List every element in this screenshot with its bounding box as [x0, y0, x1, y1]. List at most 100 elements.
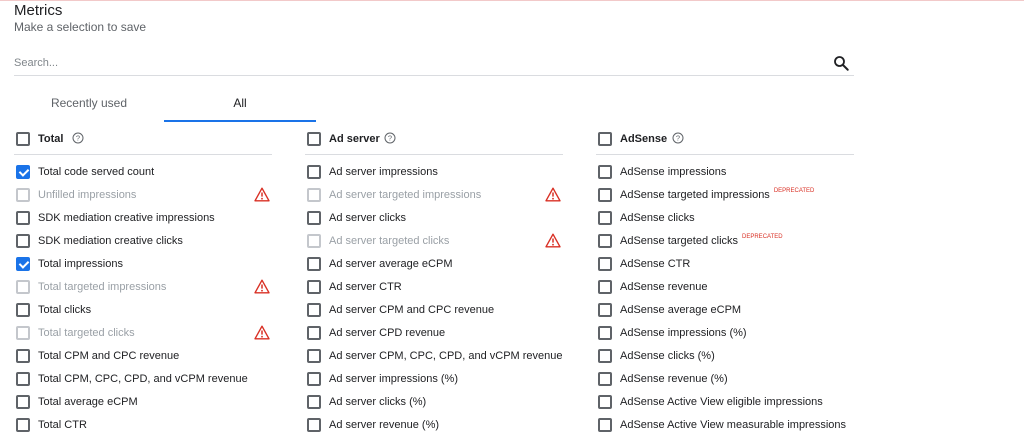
metric-row[interactable]: Ad server clicks (%) [305, 394, 563, 417]
metric-label-text: AdSense impressions [620, 166, 727, 178]
metric-row: Total targeted clicks [14, 325, 272, 348]
metric-label: Total CTR [38, 419, 87, 431]
metric-checkbox[interactable] [598, 165, 612, 179]
metric-row[interactable]: Ad server CTR [305, 279, 563, 302]
metric-row[interactable]: Ad server CPM, CPC, CPD, and vCPM revenu… [305, 348, 563, 371]
metric-checkbox[interactable] [16, 349, 30, 363]
metric-checkbox[interactable] [598, 418, 612, 432]
tab-recently-used[interactable]: Recently used [14, 88, 164, 120]
metric-label: AdSense Active View eligible impressions [620, 396, 823, 408]
metric-row[interactable]: AdSense impressions (%) [596, 325, 854, 348]
metric-checkbox[interactable] [307, 257, 321, 271]
metric-label-text: Ad server impressions (%) [329, 373, 458, 385]
tab-all[interactable]: All [164, 88, 316, 122]
metric-checkbox[interactable] [16, 418, 30, 432]
metric-checkbox[interactable] [598, 303, 612, 317]
metric-label: Total impressions [38, 258, 123, 270]
metric-checkbox [16, 326, 30, 340]
metric-checkbox[interactable] [16, 257, 30, 271]
metric-row[interactable]: Ad server impressions [305, 164, 563, 187]
metric-row[interactable]: SDK mediation creative impressions [14, 210, 272, 233]
metric-row[interactable]: AdSense average eCPM [596, 302, 854, 325]
metric-row[interactable]: Total CPM, CPC, CPD, and vCPM revenue [14, 371, 272, 394]
metric-row[interactable]: Total average eCPM [14, 394, 272, 417]
search-input[interactable] [14, 52, 814, 74]
metric-label-text: Ad server CPD revenue [329, 327, 446, 339]
metric-label: Unfilled impressions [38, 189, 136, 201]
metric-row[interactable]: Total code served count [14, 164, 272, 187]
metric-checkbox[interactable] [307, 303, 321, 317]
metric-row[interactable]: AdSense revenue (%) [596, 371, 854, 394]
select-all-ad-server-checkbox[interactable] [307, 132, 321, 146]
search-bar [14, 52, 854, 76]
help-icon[interactable]: ? [672, 132, 684, 144]
metric-label: Ad server impressions [329, 166, 438, 178]
metric-checkbox[interactable] [307, 395, 321, 409]
metric-checkbox[interactable] [307, 326, 321, 340]
metric-checkbox[interactable] [598, 257, 612, 271]
metric-checkbox [16, 188, 30, 202]
metric-checkbox[interactable] [16, 211, 30, 225]
metric-checkbox[interactable] [16, 234, 30, 248]
help-icon[interactable]: ? [384, 132, 396, 144]
metric-checkbox[interactable] [598, 326, 612, 340]
metric-checkbox[interactable] [598, 280, 612, 294]
metric-label: SDK mediation creative impressions [38, 212, 215, 224]
metric-checkbox[interactable] [307, 211, 321, 225]
metric-checkbox[interactable] [307, 418, 321, 432]
metric-checkbox[interactable] [598, 211, 612, 225]
metric-label-text: AdSense Active View eligible impressions [620, 396, 823, 408]
page-title: Metrics [14, 2, 63, 19]
metric-checkbox[interactable] [16, 395, 30, 409]
column-heading: Ad server [329, 133, 380, 145]
metric-label-text: Ad server CPM, CPC, CPD, and vCPM revenu… [329, 350, 563, 362]
metric-checkbox[interactable] [16, 303, 30, 317]
metric-row[interactable]: Ad server CPD revenue [305, 325, 563, 348]
metric-label-text: AdSense clicks (%) [620, 350, 715, 362]
metric-checkbox[interactable] [598, 188, 612, 202]
metric-checkbox[interactable] [598, 234, 612, 248]
metric-label: Ad server average eCPM [329, 258, 453, 270]
metric-row[interactable]: AdSense clicks (%) [596, 348, 854, 371]
metric-row[interactable]: AdSense Active View eligible impressions [596, 394, 854, 417]
metric-label-text: SDK mediation creative clicks [38, 235, 183, 247]
metric-row[interactable]: AdSense impressions [596, 164, 854, 187]
metric-row[interactable]: Ad server average eCPM [305, 256, 563, 279]
metric-checkbox[interactable] [307, 349, 321, 363]
column-header: AdSense ? [596, 128, 854, 155]
metric-checkbox[interactable] [16, 372, 30, 386]
metric-row[interactable]: AdSense targeted clicks DEPRECATED [596, 233, 854, 256]
metric-row[interactable]: SDK mediation creative clicks [14, 233, 272, 256]
metric-row[interactable]: Ad server impressions (%) [305, 371, 563, 394]
metric-checkbox[interactable] [307, 372, 321, 386]
help-icon[interactable]: ? [72, 132, 84, 144]
metric-label-text: AdSense CTR [620, 258, 691, 270]
metric-checkbox[interactable] [598, 372, 612, 386]
metric-row[interactable]: Ad server CPM and CPC revenue [305, 302, 563, 325]
metric-checkbox[interactable] [307, 280, 321, 294]
metric-row[interactable]: Ad server clicks [305, 210, 563, 233]
metric-checkbox[interactable] [598, 349, 612, 363]
metric-label-text: AdSense targeted clicks [620, 235, 739, 247]
warning-icon [254, 279, 270, 294]
metric-row[interactable]: AdSense targeted impressions DEPRECATED [596, 187, 854, 210]
metric-row[interactable]: AdSense revenue [596, 279, 854, 302]
search-icon[interactable] [832, 54, 850, 72]
metric-label: AdSense impressions (%) [620, 327, 747, 339]
metric-row[interactable]: AdSense clicks [596, 210, 854, 233]
metric-row[interactable]: Total impressions [14, 256, 272, 279]
select-all-adsense-checkbox[interactable] [598, 132, 612, 146]
metric-label-text: SDK mediation creative impressions [38, 212, 215, 224]
metric-label: AdSense revenue (%) [620, 373, 728, 385]
metric-checkbox[interactable] [598, 395, 612, 409]
metric-label: Ad server CPM and CPC revenue [329, 304, 494, 316]
metric-row[interactable]: Total clicks [14, 302, 272, 325]
metric-checkbox[interactable] [307, 165, 321, 179]
metric-label-text: Ad server impressions [329, 166, 438, 178]
metric-row[interactable]: Total CPM and CPC revenue [14, 348, 272, 371]
metric-row[interactable]: AdSense CTR [596, 256, 854, 279]
metric-label: Total clicks [38, 304, 91, 316]
metric-checkbox[interactable] [16, 165, 30, 179]
metric-label-text: AdSense revenue (%) [620, 373, 728, 385]
select-all-total-checkbox[interactable] [16, 132, 30, 146]
